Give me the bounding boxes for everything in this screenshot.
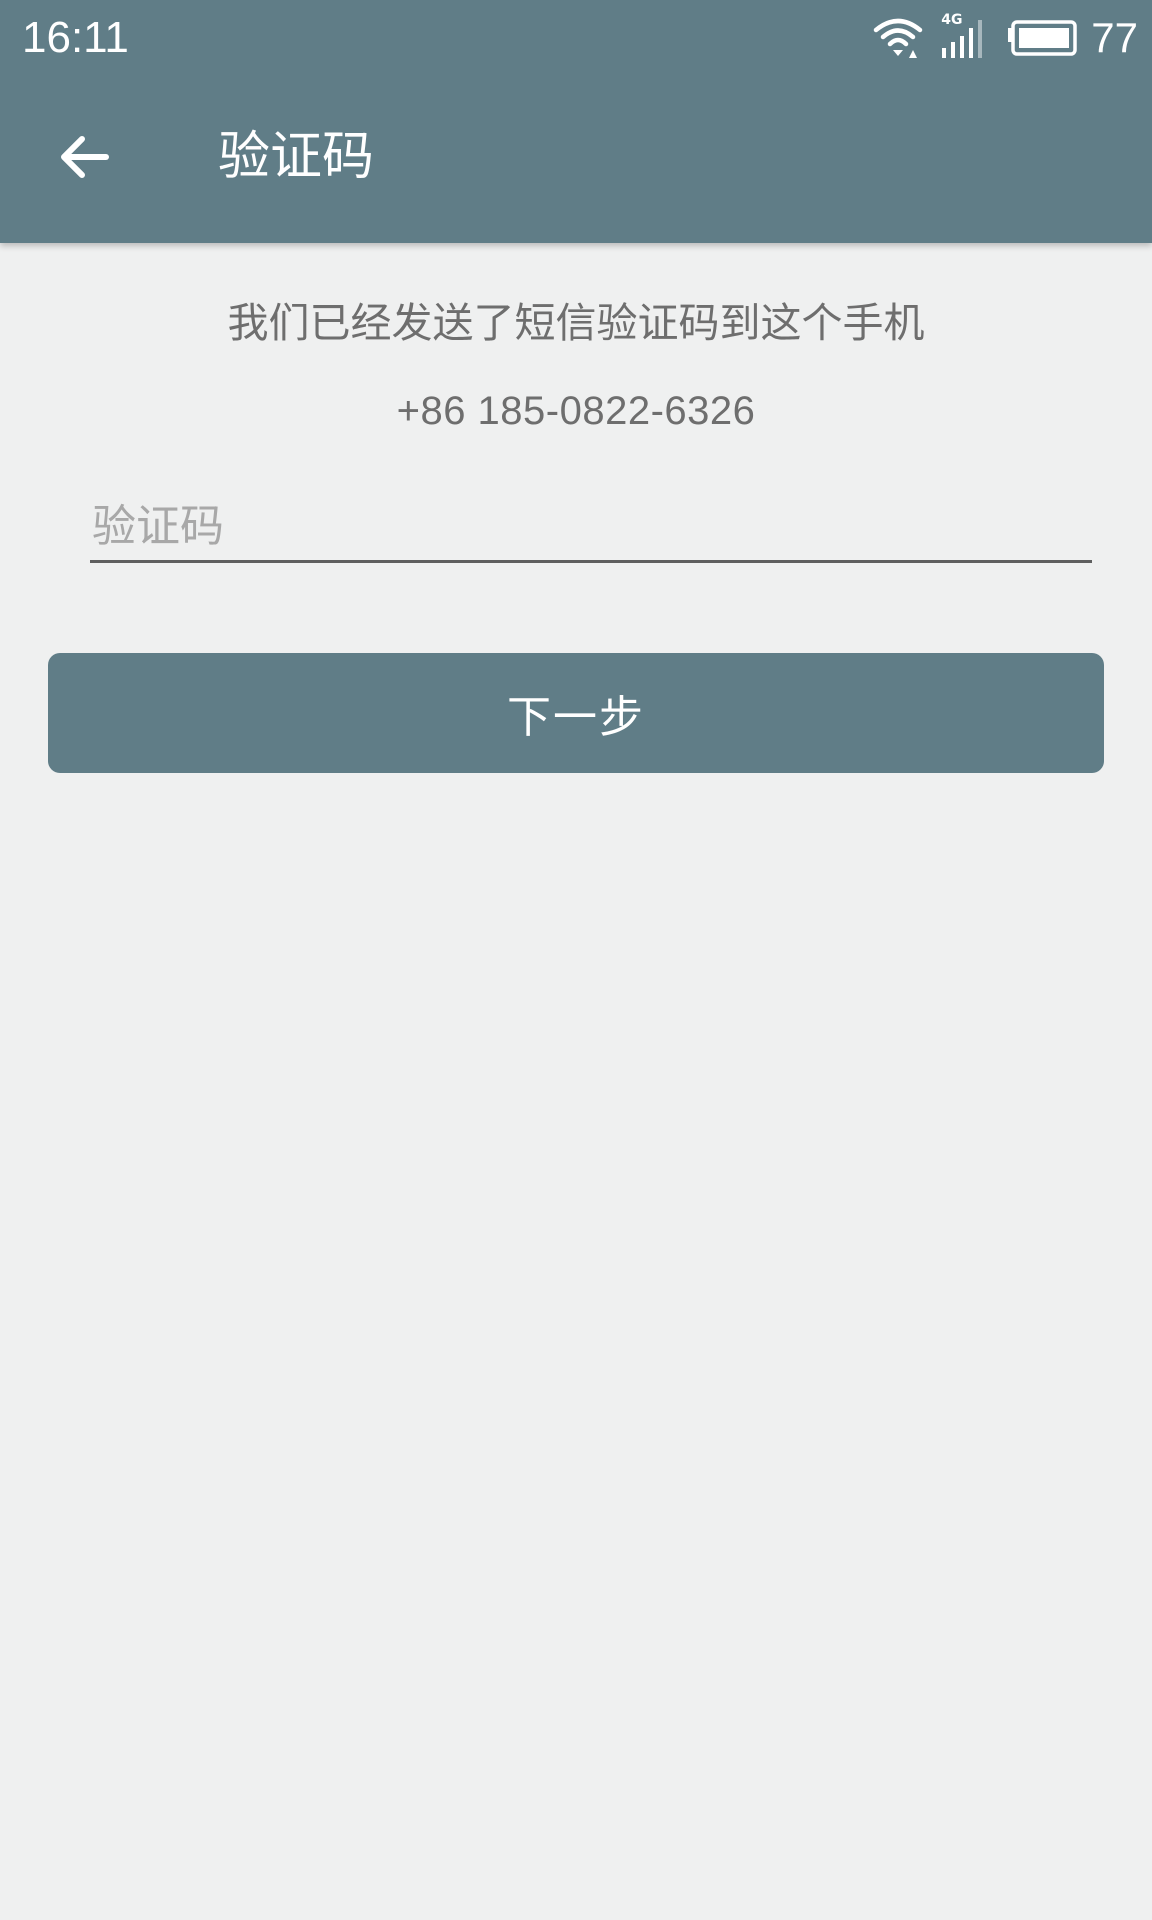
app-bar: 16:11 4G 77 验证码 bbox=[0, 0, 1152, 243]
next-step-button[interactable]: 下一步 bbox=[48, 653, 1104, 773]
network-type-label: 4G bbox=[941, 12, 963, 28]
phone-number: +86 185-0822-6326 bbox=[396, 389, 756, 433]
wifi-icon bbox=[873, 16, 923, 60]
battery-level: 77 bbox=[1091, 14, 1138, 61]
status-bar: 16:11 4G 77 bbox=[0, 0, 1152, 76]
toolbar: 验证码 bbox=[0, 76, 1152, 243]
verification-code-input[interactable] bbox=[90, 493, 1092, 563]
back-button[interactable] bbox=[44, 124, 124, 194]
arrow-left-icon bbox=[58, 133, 110, 185]
status-time: 16:11 bbox=[22, 13, 129, 62]
page-title: 验证码 bbox=[218, 127, 375, 187]
signal-icon: 4G bbox=[941, 12, 991, 60]
sms-sent-hint: 我们已经发送了短信验证码到这个手机 bbox=[227, 299, 925, 347]
battery-icon bbox=[1007, 20, 1078, 56]
status-icons: 4G 77 bbox=[873, 10, 1138, 66]
